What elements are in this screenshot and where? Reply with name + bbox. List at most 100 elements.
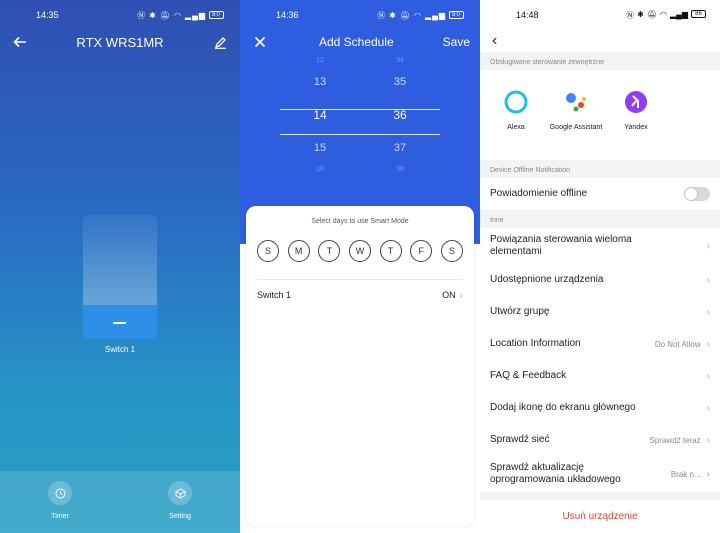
day-wednesday[interactable]: W	[348, 240, 371, 262]
mute-icon: 🔕︎	[399, 10, 412, 20]
status-time: 14:36	[276, 10, 299, 20]
schedule-sheet: Select days to use Smart Mode S M T W T …	[246, 206, 474, 526]
settings-row-location[interactable]: Location Information Do Not Allow ›	[480, 328, 720, 360]
picker-value: 34	[396, 57, 404, 64]
status-bar: 14:48 Ⓝ ✱ 🔕︎ ◠ ▂▄▆ 86	[480, 0, 720, 30]
chevron-right-icon: ›	[706, 306, 710, 318]
time-picker[interactable]: 12 13 14 15 16 34 35 36 37 38	[240, 56, 480, 186]
switch-label: Switch 1	[104, 345, 136, 354]
page-title: Add Schedule	[318, 35, 394, 49]
timer-button[interactable]: Timer	[30, 481, 90, 520]
settings-row-multi-control[interactable]: Powiązania sterowania wieloma elementami…	[480, 228, 720, 264]
day-selector: S M T W T F S	[246, 240, 474, 262]
switch-row-label: Switch 1	[257, 290, 292, 300]
mute-icon: 🔕︎	[646, 9, 658, 19]
status-bar: 14:35 Ⓝ ✱ 🔕︎ ◠ ▂▄▆ 80	[0, 0, 240, 30]
day-friday[interactable]: F	[410, 240, 433, 262]
days-hint: Select days to use Smart Mode	[311, 218, 409, 225]
mute-icon: 🔕︎	[159, 10, 172, 20]
signal-icon: ▂▄▆	[425, 10, 446, 20]
minute-column[interactable]: 34 35 36 37 38	[370, 56, 430, 175]
chevron-right-icon: ›	[459, 289, 463, 301]
wifi-icon: ◠	[660, 9, 668, 19]
save-button[interactable]: Save	[443, 35, 470, 49]
nfc-icon: Ⓝ	[377, 10, 387, 20]
row-right: ›	[707, 403, 710, 414]
close-icon[interactable]	[250, 32, 270, 52]
status-icons: Ⓝ ✱ 🔕︎ ◠ ▂▄▆ 80	[137, 10, 224, 21]
header: ‹	[480, 30, 720, 52]
day-tuesday[interactable]: T	[318, 240, 341, 262]
section-label-offline: Device Offline Notification	[490, 167, 571, 174]
chevron-right-icon: ›	[706, 338, 710, 350]
settings-row-firmware[interactable]: Sprawdź aktualizację oprogramowania ukła…	[480, 456, 720, 492]
offline-toggle[interactable]	[684, 187, 710, 201]
alexa-item[interactable]: Alexa	[486, 70, 546, 160]
page-title: RTX WRS1MR	[76, 34, 164, 50]
bluetooth-icon: ✱	[389, 10, 397, 20]
settings-row-faq[interactable]: FAQ & Feedback ›	[480, 360, 720, 392]
nfc-icon: Ⓝ	[626, 10, 635, 20]
row-value: Do Not Allow	[654, 339, 701, 349]
picker-value: 13	[313, 76, 327, 88]
cube-icon	[168, 481, 192, 505]
alexa-icon	[504, 90, 528, 114]
yandex-item[interactable]: Yandex	[606, 70, 666, 160]
status-icons: Ⓝ ✱ 🔕︎ ◠ ▂▄▆ 86	[626, 9, 706, 21]
screenshot-collage: 14:35 Ⓝ ✱ 🔕︎ ◠ ▂▄▆ 80 RTX WRS1MR Switch …	[0, 0, 720, 533]
picker-value: 35	[393, 76, 407, 88]
header: RTX WRS1MR	[0, 30, 240, 54]
google-assistant-icon	[564, 90, 588, 114]
wifi-icon: ◠	[174, 10, 183, 20]
section-label-external: Obsługiwane sterowanie zewnętrzne	[490, 59, 605, 66]
status-bar: 14:36 Ⓝ ✱ 🔕︎ ◠ ▂▄▆ 80	[240, 0, 480, 30]
day-thursday[interactable]: T	[379, 240, 402, 262]
clock-icon	[48, 481, 72, 505]
status-time: 14:35	[36, 10, 59, 20]
chevron-right-icon: ›	[706, 274, 710, 286]
header: Add Schedule Save	[240, 30, 480, 54]
edit-pencil-icon[interactable]	[210, 32, 230, 52]
chevron-right-icon: ›	[706, 402, 710, 414]
row-label: Powiązania sterowania wieloma elementami	[490, 234, 632, 257]
google-assistant-item[interactable]: Google Assistant	[546, 70, 606, 160]
status-time: 14:48	[516, 10, 539, 20]
settings-row-shared-devices[interactable]: Udostępnione urządzenia ›	[480, 264, 720, 296]
remove-device-button[interactable]: Usuń urządzenie	[480, 500, 720, 533]
switch-row[interactable]: Switch 1 ON ›	[246, 280, 474, 310]
switch-row-value: ON	[442, 290, 456, 300]
status-icons: Ⓝ ✱ 🔕︎ ◠ ▂▄▆ 80	[377, 10, 464, 21]
picker-value: 37	[393, 142, 407, 154]
settings-panel: 14:48 Ⓝ ✱ 🔕︎ ◠ ▂▄▆ 86 ‹ Obsługiwane ster…	[480, 0, 720, 533]
signal-icon: ▂▄▆	[185, 10, 206, 20]
row-right: Do Not Allow ›	[655, 339, 710, 350]
row-label: Sprawdź sieć	[490, 434, 550, 445]
day-monday[interactable]: M	[287, 240, 310, 262]
device-panel: 14:35 Ⓝ ✱ 🔕︎ ◠ ▂▄▆ 80 RTX WRS1MR Switch …	[0, 0, 240, 533]
settings-row-check-network[interactable]: Sprawdź sieć Sprawdź teraz ›	[480, 424, 720, 456]
setting-label: Setting	[169, 513, 191, 520]
assistant-list: Alexa Google Assistant Yandex	[480, 70, 720, 160]
bluetooth-icon: ✱	[149, 10, 157, 20]
day-sunday[interactable]: S	[257, 240, 279, 262]
row-value: Brak n...	[670, 469, 701, 479]
setting-button[interactable]: Setting	[150, 481, 210, 520]
settings-row-create-group[interactable]: Utwórz grupę ›	[480, 296, 720, 328]
battery-icon: 80	[449, 11, 464, 19]
hour-column[interactable]: 12 13 14 15 16	[290, 56, 350, 175]
row-right: ›	[707, 275, 710, 286]
row-label: FAQ & Feedback	[490, 370, 567, 381]
back-chevron-icon[interactable]: ‹	[492, 32, 497, 50]
bluetooth-icon: ✱	[637, 9, 644, 19]
signal-icon: ▂▄▆	[670, 9, 688, 19]
back-arrow-icon[interactable]	[10, 32, 30, 52]
row-label: Udostępnione urządzenia	[490, 274, 604, 285]
wifi-icon: ◠	[414, 10, 423, 20]
day-saturday[interactable]: S	[440, 240, 463, 262]
battery-icon: 80	[209, 11, 224, 19]
picker-value: 38	[396, 166, 404, 173]
add-schedule-panel: 14:36 Ⓝ ✱ 🔕︎ ◠ ▂▄▆ 80 Add Schedule Save	[240, 0, 480, 533]
picker-line-top	[280, 109, 440, 110]
settings-row-add-icon[interactable]: Dodaj ikonę do ekranu głównego ›	[480, 392, 720, 424]
row-label: Sprawdź aktualizację oprogramowania ukła…	[490, 462, 621, 485]
